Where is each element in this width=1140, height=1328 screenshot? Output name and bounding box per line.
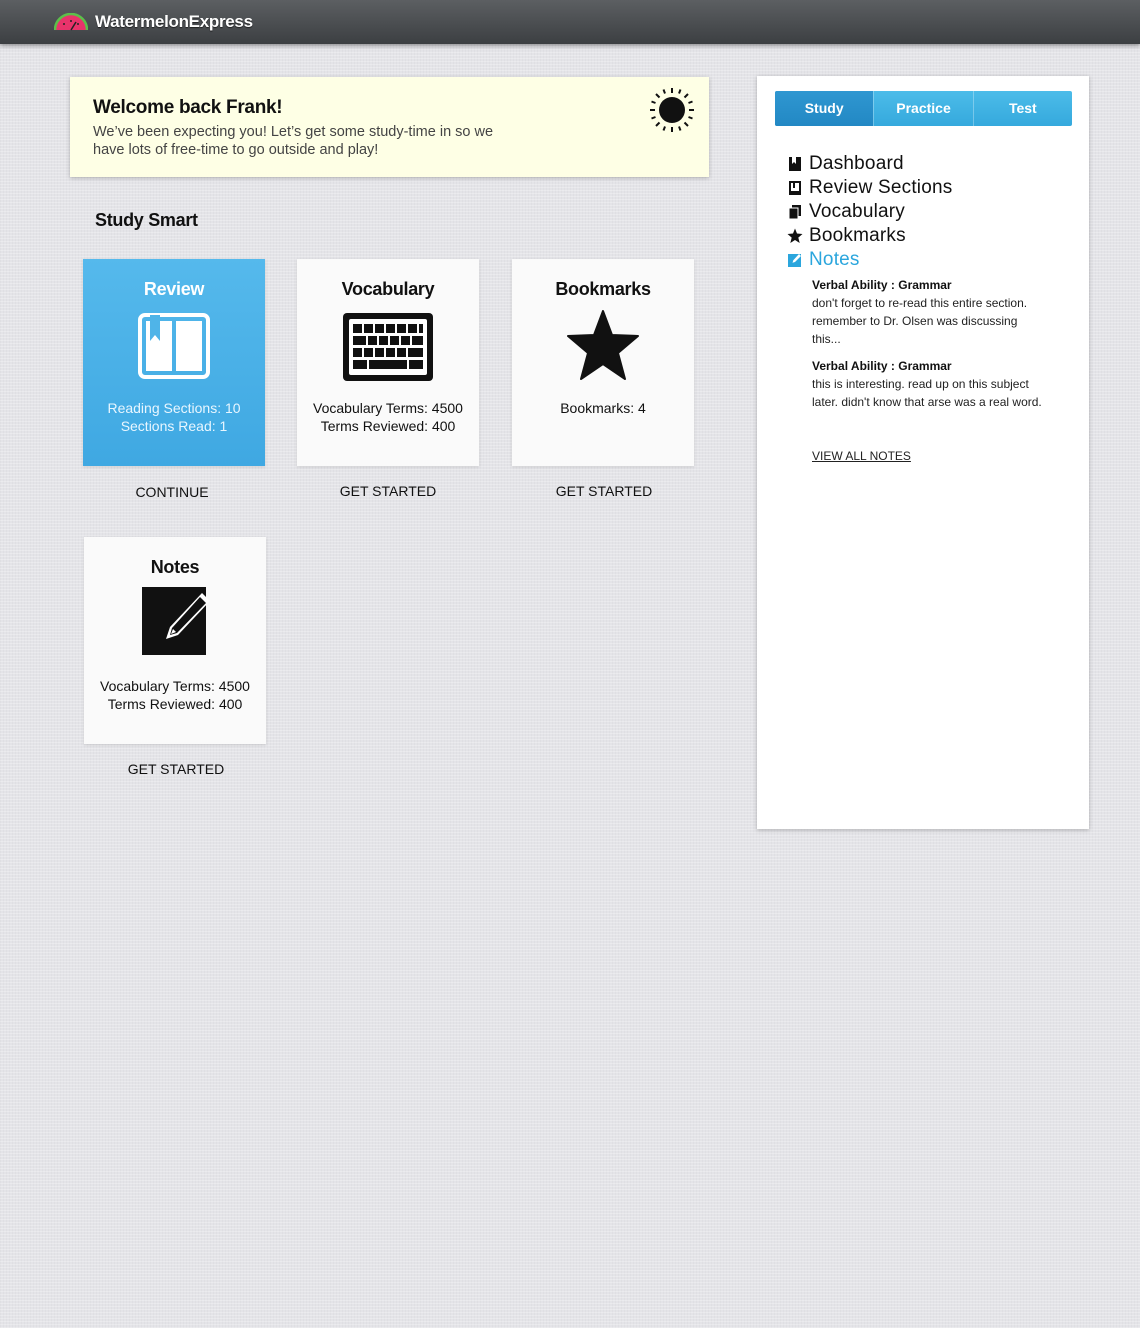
welcome-message: We’ve been expecting you! Let’s get some…	[93, 124, 494, 158]
stat-reading-sections: Reading Sections: 10	[107, 400, 241, 416]
bookmarks-card[interactable]: Bookmarks Bookmarks: 4	[512, 259, 694, 466]
nav-item-notes[interactable]: Notes	[787, 248, 952, 272]
welcome-banner: Welcome back Frank! We’ve been expecting…	[70, 77, 709, 177]
nav-label: Bookmarks	[809, 225, 906, 246]
card-stats: Reading Sections: 10 Sections Read: 1	[83, 399, 265, 435]
watermelon-logo-icon[interactable]	[54, 13, 88, 31]
book-icon	[138, 313, 210, 379]
tab-practice[interactable]: Practice	[873, 91, 972, 126]
card-stats: Bookmarks: 4	[512, 399, 694, 417]
mode-tabs: Study Practice Test	[775, 91, 1072, 126]
note-item[interactable]: Verbal Ability : Grammar this is interes…	[812, 357, 1042, 411]
stat-sections-read: Sections Read: 1	[120, 418, 228, 434]
vocabulary-get-started-link[interactable]: GET STARTED	[297, 483, 479, 499]
nav-label: Dashboard	[809, 153, 904, 174]
card-title: Review	[143, 279, 205, 299]
card-title: Vocabulary	[341, 279, 435, 299]
section-title: Study Smart	[95, 210, 198, 230]
nav-item-vocabulary[interactable]: Vocabulary	[787, 200, 952, 224]
card-stats: Vocabulary Terms: 4500 Terms Reviewed: 4…	[297, 399, 479, 435]
welcome-title: Welcome back Frank!	[93, 97, 283, 118]
book-icon	[789, 181, 801, 195]
nav-label: Vocabulary	[809, 201, 906, 222]
tab-test[interactable]: Test	[972, 91, 1072, 126]
view-all-notes-link[interactable]: VIEW ALL NOTES	[812, 449, 911, 463]
sidebar-nav: Dashboard Review Sections Vocabulary Boo…	[787, 152, 952, 272]
bookmarks-get-started-link[interactable]: GET STARTED	[513, 483, 695, 499]
note-body: don't forget to re-read this entire sect…	[812, 296, 1028, 346]
stat-bookmarks: Bookmarks: 4	[560, 400, 646, 416]
edit-note-icon	[142, 587, 210, 655]
edit-note-icon	[788, 254, 801, 267]
card-title: Notes	[150, 557, 200, 577]
keyboard-icon	[343, 313, 433, 381]
nav-item-bookmarks[interactable]: Bookmarks	[787, 224, 952, 248]
brand-name[interactable]: WatermelonExpress	[95, 12, 253, 32]
documents-icon	[788, 205, 801, 220]
vocabulary-card[interactable]: Vocabulary Vocabulary Terms: 4500 Terms …	[297, 259, 479, 466]
notes-list: Verbal Ability : Grammar don't forget to…	[812, 276, 1042, 420]
notes-card[interactable]: Notes Vocabulary Terms: 4500 Terms Revie…	[84, 537, 266, 744]
bookmark-book-icon	[789, 157, 801, 171]
note-title: Verbal Ability : Grammar	[812, 359, 952, 373]
sun-icon	[650, 88, 694, 132]
stat-terms-reviewed: Terms Reviewed: 400	[320, 418, 456, 434]
card-stats: Vocabulary Terms: 4500 Terms Reviewed: 4…	[84, 677, 266, 713]
nav-item-review-sections[interactable]: Review Sections	[787, 176, 952, 200]
stat-terms-reviewed: Terms Reviewed: 400	[107, 696, 243, 712]
nav-item-dashboard[interactable]: Dashboard	[787, 152, 952, 176]
star-icon	[567, 310, 639, 380]
note-body: this is interesting. read up on this sub…	[812, 377, 1042, 409]
review-continue-link[interactable]: CONTINUE	[81, 484, 263, 500]
nav-label: Notes	[809, 249, 860, 270]
notes-get-started-link[interactable]: GET STARTED	[85, 761, 267, 777]
star-icon	[787, 228, 803, 243]
sidebar-panel: Study Practice Test Dashboard Review Sec…	[757, 76, 1089, 829]
top-bar: WatermelonExpress	[0, 0, 1140, 44]
stat-vocabulary-terms: Vocabulary Terms: 4500	[313, 400, 463, 416]
tab-study[interactable]: Study	[775, 91, 874, 126]
note-title: Verbal Ability : Grammar	[812, 278, 952, 292]
nav-label: Review Sections	[809, 177, 953, 198]
stat-vocabulary-terms: Vocabulary Terms: 4500	[100, 678, 250, 694]
review-card[interactable]: Review Reading Sections: 10 Sections Rea…	[83, 259, 265, 466]
card-title: Bookmarks	[555, 279, 651, 299]
note-item[interactable]: Verbal Ability : Grammar don't forget to…	[812, 276, 1042, 348]
